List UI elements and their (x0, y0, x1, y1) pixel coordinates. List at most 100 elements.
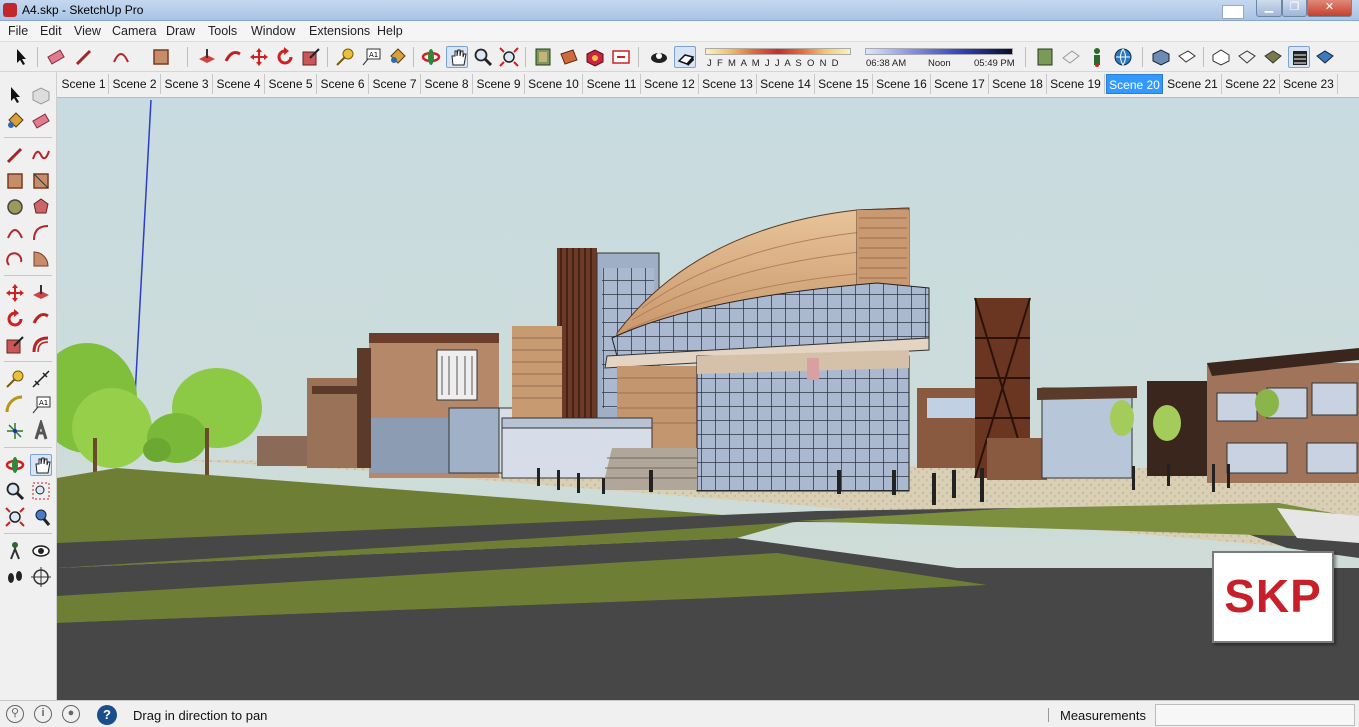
rectangle-icon[interactable] (4, 170, 26, 192)
tape-measure-icon[interactable] (4, 368, 26, 390)
zoom-extents-icon[interactable] (4, 506, 26, 528)
scene-tab-10[interactable]: Scene 10 (525, 74, 583, 94)
components-icon[interactable] (584, 46, 606, 68)
three-point-arc-icon[interactable] (4, 248, 26, 270)
geo-globe-icon[interactable] (1112, 46, 1134, 68)
geo-location-icon[interactable]: ⚲ (6, 705, 24, 723)
shadow-toggle-icon[interactable] (674, 46, 696, 68)
move-icon[interactable] (4, 282, 26, 304)
view-previous-icon[interactable] (1034, 46, 1056, 68)
menu-tools[interactable]: Tools (208, 24, 237, 38)
rotate-icon[interactable] (4, 308, 26, 330)
3d-warehouse-icon[interactable] (610, 46, 632, 68)
profile-icon[interactable] (1060, 46, 1082, 68)
time-gradient-bar[interactable] (865, 48, 1013, 55)
text-icon[interactable]: A1 (30, 394, 52, 416)
rotated-rectangle-icon[interactable] (30, 170, 52, 192)
pie-icon[interactable] (30, 248, 52, 270)
scene-tab-5[interactable]: Scene 5 (265, 74, 317, 94)
scale-icon[interactable] (300, 46, 322, 68)
look-around-icon[interactable] (30, 540, 52, 562)
offset-icon[interactable] (30, 334, 52, 356)
close-button[interactable]: ✕ (1307, 0, 1352, 17)
menu-file[interactable]: File (8, 24, 28, 38)
scene-tab-23[interactable]: Scene 23 (1280, 74, 1338, 94)
zoom-icon[interactable] (4, 480, 26, 502)
pan-icon[interactable] (30, 454, 52, 476)
scene-tab-20[interactable]: Scene 20 (1106, 74, 1163, 94)
monochrome-icon[interactable] (1314, 46, 1336, 68)
scene-tab-7[interactable]: Scene 7 (369, 74, 421, 94)
month-gradient-bar[interactable] (705, 48, 851, 55)
credits-icon[interactable]: i (34, 705, 52, 723)
scene-tab-16[interactable]: Scene 16 (873, 74, 931, 94)
select-icon[interactable] (4, 84, 26, 106)
scene-tab-11[interactable]: Scene 11 (583, 74, 641, 94)
shadow-time-slider[interactable]: 06:38 AM Noon 05:49 PM (865, 48, 1015, 70)
section-plane-icon[interactable] (558, 46, 580, 68)
pan-icon[interactable] (446, 46, 468, 68)
shaded-icon[interactable] (1262, 46, 1284, 68)
arc-icon[interactable] (110, 46, 132, 68)
menu-view[interactable]: View (74, 24, 101, 38)
push-pull-icon[interactable] (196, 46, 218, 68)
eraser-icon[interactable] (45, 46, 67, 68)
rotate-icon[interactable] (274, 46, 296, 68)
scene-tab-19[interactable]: Scene 19 (1047, 74, 1105, 94)
text-icon[interactable]: A1 (360, 46, 382, 68)
rectangle-icon[interactable] (150, 46, 172, 68)
previous-zoom-icon[interactable] (30, 506, 52, 528)
scene-tab-21[interactable]: Scene 21 (1164, 74, 1222, 94)
scene-tab-1[interactable]: Scene 1 (59, 74, 109, 94)
person-icon[interactable] (1086, 46, 1108, 68)
paint-bucket-icon[interactable] (4, 110, 26, 132)
orbit-icon[interactable] (420, 46, 442, 68)
shaded-textures-icon[interactable] (1288, 46, 1310, 68)
scene-tab-13[interactable]: Scene 13 (699, 74, 757, 94)
push-pull-icon[interactable] (30, 282, 52, 304)
help-icon[interactable]: ? (97, 705, 117, 725)
menu-edit[interactable]: Edit (40, 24, 62, 38)
select-icon[interactable] (10, 46, 32, 68)
walk-icon[interactable] (4, 566, 26, 588)
menu-extensions[interactable]: Extensions (309, 24, 370, 38)
3d-text-icon[interactable] (30, 417, 52, 442)
minimize-button[interactable]: ▁ (1256, 0, 1282, 17)
zoom-window-icon[interactable] (30, 480, 52, 502)
menu-camera[interactable]: Camera (112, 24, 156, 38)
zoom-extents-icon[interactable] (498, 46, 520, 68)
scene-tab-14[interactable]: Scene 14 (757, 74, 815, 94)
orbit-icon[interactable] (4, 454, 26, 476)
xray-icon[interactable] (1210, 46, 1232, 68)
scene-tab-3[interactable]: Scene 3 (161, 74, 213, 94)
protractor-icon[interactable] (4, 394, 26, 416)
two-point-arc-icon[interactable] (30, 222, 52, 244)
scene-tab-15[interactable]: Scene 15 (815, 74, 873, 94)
shadow-date-slider[interactable]: J F M A M J J A S O N D (705, 48, 853, 70)
section-plane-icon[interactable] (30, 566, 52, 588)
scene-tab-4[interactable]: Scene 4 (213, 74, 265, 94)
measurements-input[interactable] (1155, 704, 1355, 726)
move-icon[interactable] (248, 46, 270, 68)
paint-bucket-icon[interactable] (386, 46, 408, 68)
pencil-line-icon[interactable] (73, 46, 103, 68)
menu-draw[interactable]: Draw (166, 24, 195, 38)
scene-tab-6[interactable]: Scene 6 (317, 74, 369, 94)
scale-icon[interactable] (4, 334, 26, 356)
scene-tab-22[interactable]: Scene 22 (1222, 74, 1280, 94)
line-icon[interactable] (4, 144, 26, 166)
scene-tab-8[interactable]: Scene 8 (421, 74, 473, 94)
top-view-icon[interactable] (1176, 46, 1198, 68)
follow-me-icon[interactable] (30, 308, 52, 330)
circle-icon[interactable] (4, 196, 26, 218)
scene-tab-18[interactable]: Scene 18 (989, 74, 1047, 94)
wireframe-icon[interactable] (1236, 46, 1258, 68)
menu-window[interactable]: Window (251, 24, 295, 38)
menu-help[interactable]: Help (377, 24, 403, 38)
3d-viewport[interactable]: SKP (57, 97, 1359, 700)
maximize-button[interactable]: ❐ (1282, 0, 1307, 17)
arc-icon[interactable] (4, 222, 26, 244)
scene-tab-2[interactable]: Scene 2 (109, 74, 161, 94)
scene-tab-17[interactable]: Scene 17 (931, 74, 989, 94)
make-component-icon[interactable] (30, 84, 52, 106)
